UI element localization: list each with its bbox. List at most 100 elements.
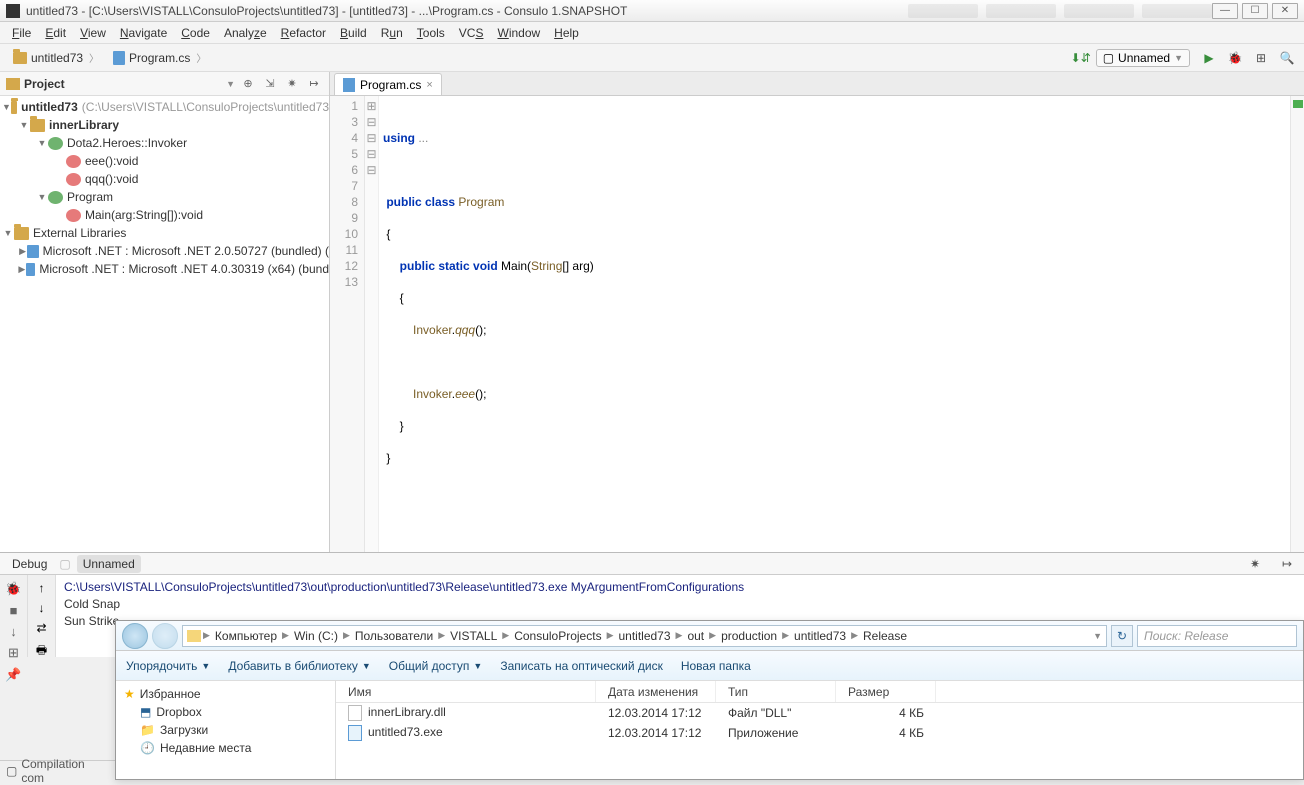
column-name[interactable]: Имя xyxy=(336,681,596,702)
breadcrumb-file[interactable]: Program.cs 〉 xyxy=(106,47,213,68)
nav-forward-button[interactable] xyxy=(152,623,178,649)
tree-method-main[interactable]: Main(arg:String[]):void xyxy=(0,206,329,224)
project-tree[interactable]: ▼ untitled73 (C:\Users\VISTALL\ConsuloPr… xyxy=(0,96,329,552)
browser-tabs-faded xyxy=(908,4,1212,18)
sidebar-favorites[interactable]: ★Избранное xyxy=(124,685,327,703)
menu-run[interactable]: Run xyxy=(375,24,409,42)
hide-button[interactable]: ↦ xyxy=(305,75,323,93)
chevron-down-icon[interactable]: ▼ xyxy=(1093,631,1102,641)
menu-help[interactable]: Help xyxy=(548,24,585,42)
menu-refactor[interactable]: Refactor xyxy=(275,24,332,42)
window-maximize-button[interactable]: ☐ xyxy=(1242,3,1268,19)
breadcrumb-project[interactable]: untitled73 〉 xyxy=(6,47,106,68)
menu-code[interactable]: Code xyxy=(175,24,216,42)
run-config-selector[interactable]: ▢ Unnamed ▼ xyxy=(1096,49,1190,67)
tree-root[interactable]: ▼ untitled73 (C:\Users\VISTALL\ConsuloPr… xyxy=(0,98,329,116)
down-button[interactable]: ↓ xyxy=(39,601,45,615)
debug-tab-label[interactable]: Debug xyxy=(6,555,53,573)
window-minimize-button[interactable]: — xyxy=(1212,3,1238,19)
rerun-button[interactable]: 🐞 xyxy=(5,581,23,597)
explorer-search-input[interactable]: Поиск: Release xyxy=(1137,625,1297,647)
editor-body[interactable]: 134 567 8910 111213 ⊞⊟⊟⊟⊟ using ... publ… xyxy=(330,96,1304,552)
tree-invoker-class[interactable]: ▼ Dota2.Heroes::Invoker xyxy=(0,134,329,152)
gear-icon[interactable]: ✷ xyxy=(1244,553,1266,575)
debug-session-tab[interactable]: Unnamed xyxy=(77,555,141,573)
menu-build[interactable]: Build xyxy=(334,24,373,42)
sidebar-downloads[interactable]: 📁Загрузки xyxy=(124,721,327,739)
tree-external-libraries[interactable]: ▼ External Libraries xyxy=(0,224,329,242)
menu-analyze[interactable]: Analyze xyxy=(218,24,273,42)
fold-strip[interactable]: ⊞⊟⊟⊟⊟ xyxy=(365,96,379,552)
new-folder-button[interactable]: Новая папка xyxy=(681,659,751,673)
explorer-file-list[interactable]: Имя Дата изменения Тип Размер innerLibra… xyxy=(336,681,1303,779)
tree-net4[interactable]: ▶ Microsoft .NET : Microsoft .NET 4.0.30… xyxy=(0,260,329,278)
error-stripe[interactable] xyxy=(1290,96,1304,552)
menu-window[interactable]: Window xyxy=(491,24,546,42)
menu-view[interactable]: View xyxy=(74,24,112,42)
close-tab-button[interactable]: × xyxy=(426,79,432,91)
expand-arrow-icon[interactable]: ▼ xyxy=(18,120,30,130)
editor-tab-program[interactable]: Program.cs × xyxy=(334,73,442,95)
wrap-button[interactable]: ⇄ xyxy=(36,621,46,635)
code-area[interactable]: using ... public class Program { public … xyxy=(379,96,1290,552)
nav-back-button[interactable] xyxy=(122,623,148,649)
debug-button[interactable]: 🐞 xyxy=(1224,47,1246,69)
explorer-address-bar[interactable]: ▶ Компьютер▶ Win (C:)▶ Пользователи▶ VIS… xyxy=(182,625,1107,647)
make-button[interactable]: ⬇⇵ xyxy=(1070,47,1092,69)
tree-method-eee[interactable]: eee():void xyxy=(0,152,329,170)
expand-arrow-icon[interactable]: ▼ xyxy=(2,228,14,238)
tree-net2[interactable]: ▶ Microsoft .NET : Microsoft .NET 2.0.50… xyxy=(0,242,329,260)
chevron-icon: 〉 xyxy=(196,50,206,65)
chevron-icon: 〉 xyxy=(89,50,99,65)
menu-file[interactable]: File xyxy=(6,24,37,42)
menu-edit[interactable]: Edit xyxy=(39,24,72,42)
menu-navigate[interactable]: Navigate xyxy=(114,24,173,42)
hide-button[interactable]: ↦ xyxy=(1276,553,1298,575)
organize-button[interactable]: Упорядочить ▼ xyxy=(126,659,210,673)
search-button[interactable]: 🔍 xyxy=(1276,47,1298,69)
column-date[interactable]: Дата изменения xyxy=(596,681,716,702)
column-type[interactable]: Тип xyxy=(716,681,836,702)
gear-icon[interactable]: ✷ xyxy=(283,75,301,93)
tree-program-class[interactable]: ▼ Program xyxy=(0,188,329,206)
file-row-exe[interactable]: untitled73.exe 12.03.2014 17:12 Приложен… xyxy=(336,723,1303,743)
project-icon xyxy=(6,78,20,90)
explorer-sidebar[interactable]: ★Избранное ⬒Dropbox 📁Загрузки 🕘Недавние … xyxy=(116,681,336,779)
window-close-button[interactable]: ✕ xyxy=(1272,3,1298,19)
method-icon xyxy=(66,209,81,222)
up-button[interactable]: ↑ xyxy=(39,581,45,595)
burn-button[interactable]: Записать на оптический диск xyxy=(500,659,663,673)
pin-button[interactable]: 📌 xyxy=(5,667,23,683)
menu-vcs[interactable]: VCS xyxy=(453,24,490,42)
tree-inner-library[interactable]: ▼ innerLibrary xyxy=(0,116,329,134)
tree-label: Dota2.Heroes::Invoker xyxy=(67,136,187,150)
stop-button[interactable]: ■ xyxy=(5,603,23,618)
recent-icon: 🕘 xyxy=(140,741,155,755)
pause-button[interactable]: ↓ xyxy=(5,624,23,639)
column-size[interactable]: Размер xyxy=(836,681,936,702)
scroll-from-source-button[interactable]: ⊕ xyxy=(239,75,257,93)
expand-arrow-icon[interactable]: ▼ xyxy=(2,102,11,112)
sidebar-recent[interactable]: 🕘Недавние места xyxy=(124,739,327,757)
file-row-dll[interactable]: innerLibrary.dll 12.03.2014 17:12 Файл "… xyxy=(336,703,1303,723)
chevron-down-icon[interactable]: ▼ xyxy=(226,79,235,89)
expand-arrow-icon[interactable]: ▶ xyxy=(18,246,27,257)
expand-arrow-icon[interactable]: ▼ xyxy=(36,138,48,148)
run-button[interactable]: ▶ xyxy=(1198,47,1220,69)
expand-arrow-icon[interactable]: ▼ xyxy=(36,192,48,202)
structure-button[interactable]: ⊞ xyxy=(1250,47,1272,69)
tree-method-qqq[interactable]: qqq():void xyxy=(0,170,329,188)
menu-bar: File Edit View Navigate Code Analyze Ref… xyxy=(0,22,1304,44)
layout-button[interactable]: ⊞ xyxy=(5,645,23,661)
add-library-button[interactable]: Добавить в библиотеку ▼ xyxy=(228,659,370,673)
sidebar-dropbox[interactable]: ⬒Dropbox xyxy=(124,703,327,721)
refresh-button[interactable]: ↻ xyxy=(1111,625,1133,647)
project-panel: Project ▼ ⊕ ⇲ ✷ ↦ ▼ untitled73 (C:\Users… xyxy=(0,72,330,552)
menu-tools[interactable]: Tools xyxy=(411,24,451,42)
status-bar: ▢ Compilation com xyxy=(0,760,115,780)
expand-arrow-icon[interactable]: ▶ xyxy=(18,264,26,275)
print-button[interactable]: 🖶 xyxy=(36,641,47,662)
navigation-bar: untitled73 〉 Program.cs 〉 ⬇⇵ ▢ Unnamed ▼… xyxy=(0,44,1304,72)
collapse-all-button[interactable]: ⇲ xyxy=(261,75,279,93)
share-button[interactable]: Общий доступ ▼ xyxy=(389,659,483,673)
